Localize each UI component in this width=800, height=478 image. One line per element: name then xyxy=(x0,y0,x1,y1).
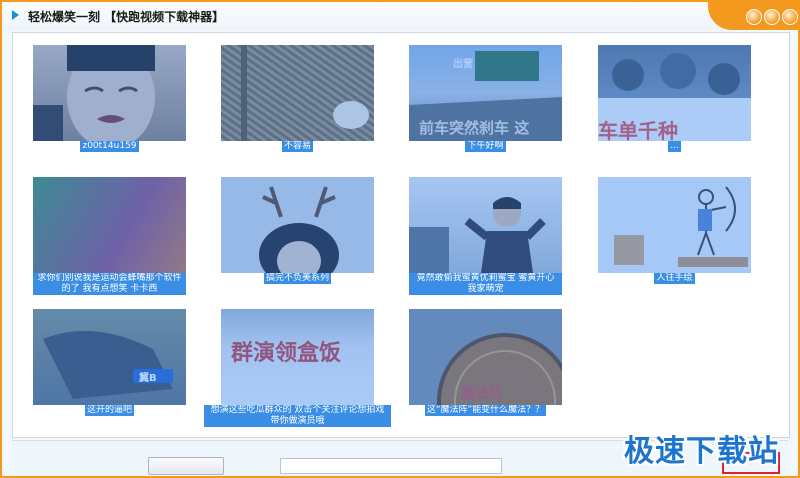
close-button[interactable] xyxy=(782,9,798,25)
video-card[interactable]: 群演领盒饭 想演这些吃瓜群众的 双击个关注评论想拍戏 带你做演员哦 xyxy=(204,309,391,427)
video-card[interactable]: 人往手绘 xyxy=(598,177,751,284)
video-card[interactable]: 魔法阵 这“魔法阵”能变什么魔法？？ xyxy=(409,309,562,416)
video-card[interactable]: 不容易 xyxy=(221,45,374,152)
video-card[interactable]: 求你们别说我是运动会蜂嘴那个软件的了 我有点想笑 卡卡西 xyxy=(33,177,186,295)
video-card[interactable]: 竟然敢偷我蜜黄优莉蜜宝 蜜黄开心 我家萌宠 xyxy=(409,177,562,295)
title-bar: 轻松爆笑一刻 【快跑视频下载神器】 xyxy=(2,2,798,30)
video-thumbnail[interactable]: 出营 前车突然刹车 这 xyxy=(409,45,562,141)
video-card[interactable]: 搞完不负美系列 xyxy=(221,177,374,284)
video-caption: 想演这些吃瓜群众的 双击个关注评论想拍戏 带你做演员哦 xyxy=(204,405,391,427)
video-thumbnail[interactable]: 冀B xyxy=(33,309,186,405)
video-thumbnail[interactable] xyxy=(33,177,186,273)
video-caption: 下午好啊 xyxy=(465,141,506,152)
video-caption: 人往手绘 xyxy=(654,273,695,284)
video-thumbnail[interactable]: 魔法阵 xyxy=(409,309,562,405)
window-controls-tab xyxy=(708,2,798,30)
title-arrow-icon xyxy=(12,10,19,20)
video-thumbnail[interactable]: 车单千种 xyxy=(598,45,751,141)
video-caption: 求你们别说我是运动会蜂嘴那个软件的了 我有点想笑 卡卡西 xyxy=(33,273,186,295)
minimize-button[interactable] xyxy=(746,9,762,25)
video-caption: 这开的逼吧 xyxy=(84,405,134,416)
video-thumbnail[interactable] xyxy=(409,177,562,273)
video-thumbnail[interactable] xyxy=(598,177,751,273)
video-card[interactable]: 冀B 这开的逼吧 xyxy=(33,309,186,416)
video-caption: z00t14u159 xyxy=(80,141,139,152)
video-thumbnail[interactable] xyxy=(221,177,374,273)
watermark: 极速下载站 xyxy=(624,434,779,469)
video-card[interactable]: 车单千种 ... xyxy=(598,45,751,152)
video-caption: 不容易 xyxy=(281,141,313,152)
video-card[interactable]: z00t14u159 xyxy=(33,45,186,152)
video-thumbnail[interactable] xyxy=(221,45,374,141)
video-caption: 搞完不负美系列 xyxy=(263,273,331,284)
video-grid: z00t14u159 不容易 出营 前车突然刹车 这 下午好啊 车单千种 ...… xyxy=(12,32,790,438)
window-title: 轻松爆笑一刻 【快跑视频下载神器】 xyxy=(28,10,225,24)
browse-button[interactable] xyxy=(148,457,224,475)
video-caption: 这“魔法阵”能变什么魔法？？ xyxy=(424,405,547,416)
maximize-button[interactable] xyxy=(764,9,780,25)
video-caption: ... xyxy=(668,141,681,152)
video-caption: 竟然敢偷我蜜黄优莉蜜宝 蜜黄开心 我家萌宠 xyxy=(409,273,562,295)
save-path-field[interactable] xyxy=(280,458,502,474)
video-card[interactable]: 出营 前车突然刹车 这 下午好啊 xyxy=(409,45,562,152)
video-thumbnail[interactable] xyxy=(33,45,186,141)
video-thumbnail[interactable]: 群演领盒饭 xyxy=(221,309,374,405)
